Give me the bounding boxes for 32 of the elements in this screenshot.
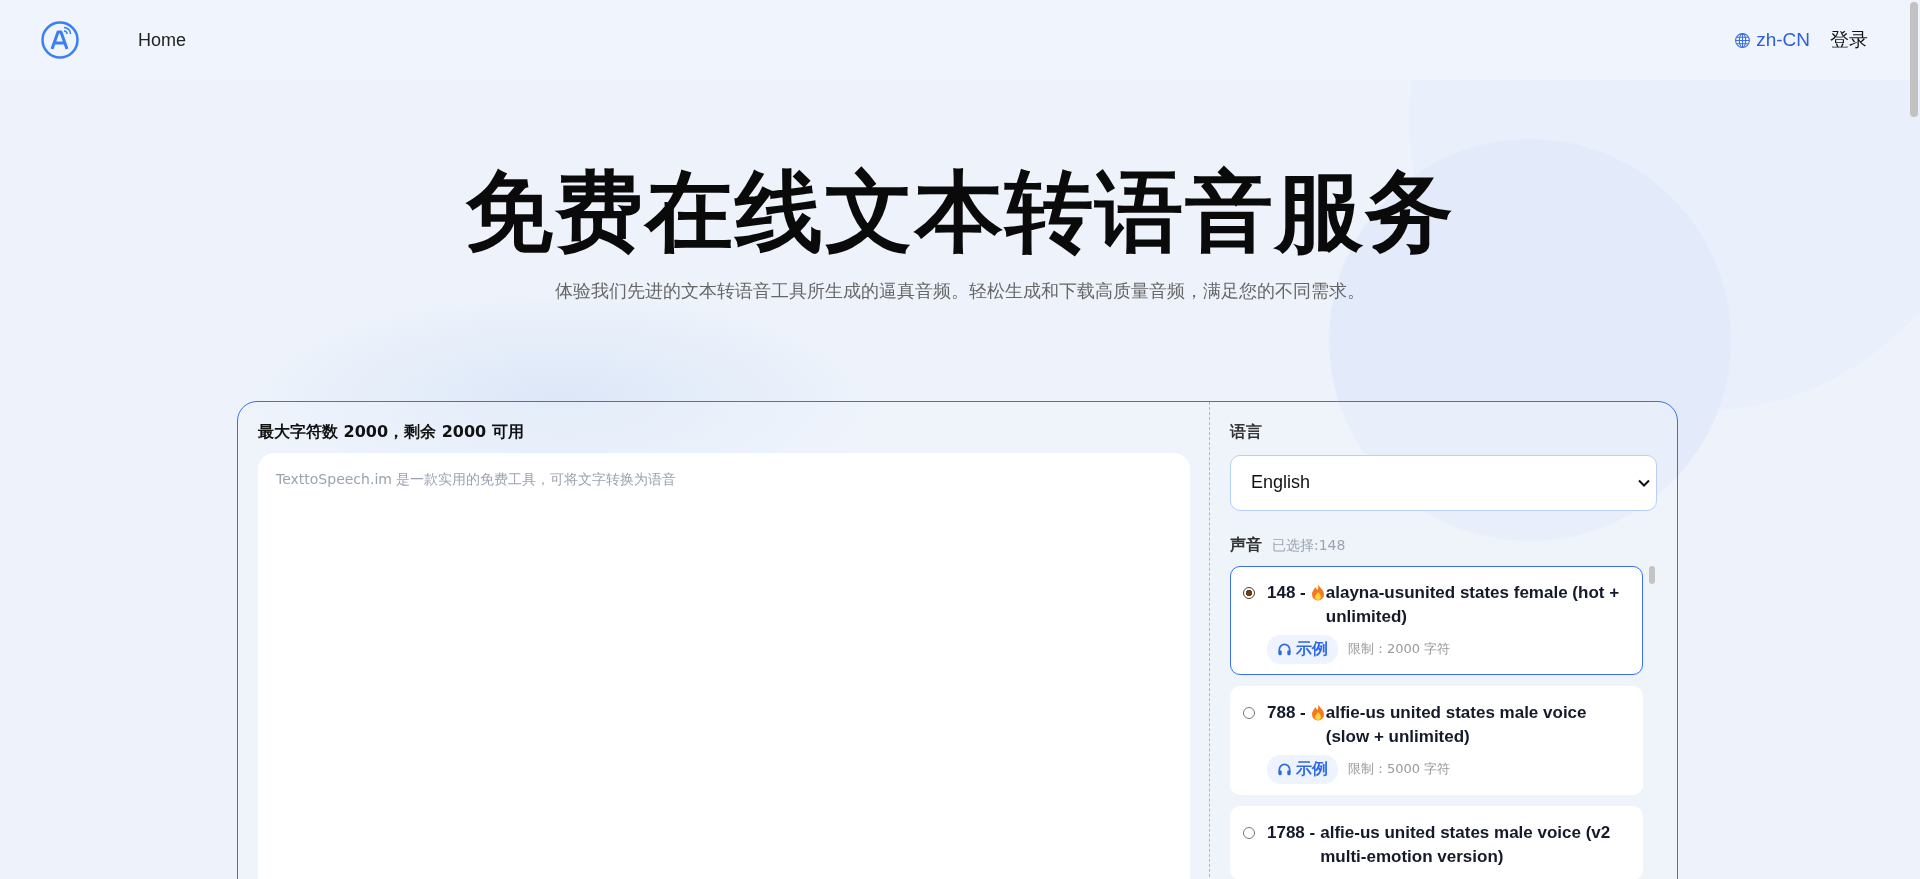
voice-label: 声音 [1230,534,1262,556]
voice-name: alfie-us united states male voice (v2 multi-emotion version) [1320,821,1612,868]
text-input-field[interactable]: TexttoSpeech.im 是一款实用的免费工具，可将文字转换为语音 [258,452,1190,879]
voice-option[interactable]: 788 - alfie-us united states male voice (slow + unlimited) 示例 限制：5000 字符 [1230,685,1643,795]
language-link[interactable]: zh-CN [1734,29,1810,51]
headphones-icon [1277,641,1292,657]
sample-button[interactable]: 示例 [1267,754,1338,784]
headphones-icon [1277,761,1292,777]
page-scrollbar-thumb[interactable] [1910,2,1918,117]
voice-number: 1788 - [1267,821,1316,844]
hero-title: 免费在线文本转语音服务 [464,164,1456,261]
radio-button[interactable] [1243,586,1255,599]
selected-voice-text: 已选择:148 [1272,536,1346,555]
scrollbar-thumb[interactable] [1649,565,1655,584]
character-limit: 限制：5000 字符 [1348,760,1451,779]
language-select[interactable]: English [1230,454,1657,511]
chevron-down-icon [1638,478,1650,487]
globe-icon [1734,31,1752,49]
login-link[interactable]: 登录 [1830,27,1868,53]
voice-name: alfie-us united states male voice (slow + unlimited) [1325,701,1588,748]
hero-subtitle: 体验我们先进的文本转语音工具所生成的逼真音频。轻松生成和下载高质量音频，满足您的不同需求。 [554,278,1366,303]
character-limit: 限制：2000 字符 [1348,640,1451,659]
voice-option[interactable]: 1788 - alfie-us united states male voice (v2 multi-emotion version) [1230,805,1643,879]
nav-link[interactable]: Home [138,29,186,51]
language-label: 语言 [1230,421,1263,443]
voice-number: 788 - [1267,701,1306,724]
character-counter: 最大字符数 2000，剩余 2000 可用 [258,421,525,443]
voice-option[interactable]: 148 - alayna-usunited states female (hot + unlimited) 示例 限制：2000 字符 [1230,565,1643,675]
voice-name: alayna-usunited states female (hot + unlimited) [1325,581,1621,628]
logo-icon[interactable] [40,20,80,60]
voice-number: 148 - [1267,581,1306,604]
sample-button[interactable]: 示例 [1267,634,1338,664]
